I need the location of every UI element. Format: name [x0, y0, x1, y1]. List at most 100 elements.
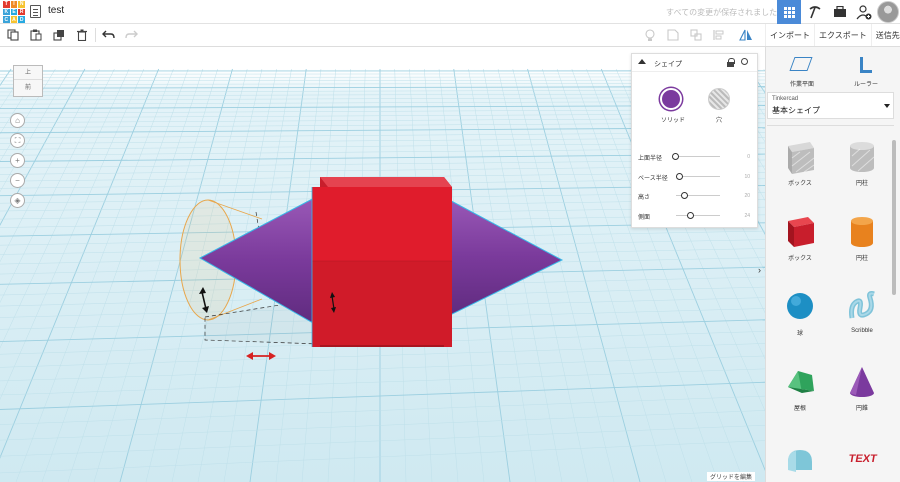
logo-letter: K — [3, 8, 10, 16]
undo-button[interactable] — [99, 26, 117, 44]
briefcase-icon — [834, 6, 846, 17]
view-cube-front[interactable]: 前 — [14, 81, 42, 96]
view-cube[interactable]: 上 前 — [13, 65, 43, 97]
ungroup-icon — [690, 29, 702, 41]
home-view-button[interactable]: ⌂ — [10, 113, 25, 128]
property-slider-track[interactable] — [676, 215, 720, 216]
send-to-button[interactable]: 送信先 — [870, 24, 900, 46]
align-button[interactable] — [710, 26, 728, 44]
sphere-icon — [787, 293, 813, 319]
shape-cylinder[interactable]: 円柱 — [836, 213, 888, 277]
property-slider-knob[interactable] — [676, 173, 684, 180]
cylinder-icon — [851, 217, 873, 247]
copy-button[interactable] — [4, 26, 22, 44]
shape-cylinder-hole[interactable]: 円柱 — [836, 138, 888, 202]
shape-inspector: シェイプ ソリッド 穴 上面半径 0 ベース半径 10 高さ 20 側面 24 — [631, 53, 758, 228]
shape-name: 球 — [796, 331, 803, 337]
redo-button[interactable] — [122, 26, 140, 44]
text-icon: TEXT — [848, 453, 878, 465]
hole-button[interactable] — [708, 88, 730, 110]
grid-view-button[interactable] — [777, 0, 801, 24]
red-box-shape[interactable] — [311, 177, 452, 347]
inspector-title: シェイプ — [654, 61, 682, 68]
note-button[interactable] — [641, 26, 659, 44]
shape-text[interactable]: TEXT — [836, 440, 888, 482]
property-label: 高さ — [638, 195, 651, 201]
workplane-label: 作業平面 — [789, 82, 814, 88]
ruler-icon — [860, 57, 872, 73]
edit-toolbar — [0, 24, 765, 47]
logo-letter: I — [10, 1, 18, 8]
shape-round-roof[interactable] — [774, 440, 826, 482]
design-list-icon[interactable] — [30, 5, 41, 18]
plus-icon: + — [15, 156, 20, 165]
logo-letter: C — [3, 16, 10, 23]
shape-scribble[interactable]: Scribble — [836, 288, 888, 352]
delete-button[interactable] — [73, 26, 91, 44]
build-button[interactable] — [803, 0, 827, 24]
property-label: ベース半径 — [638, 176, 668, 182]
solid-color-button[interactable] — [660, 88, 682, 110]
lock-icon[interactable] — [727, 58, 735, 67]
view-cube-top[interactable]: 上 — [14, 66, 42, 80]
inspector-header: シェイプ — [632, 54, 757, 72]
paste-button[interactable] — [27, 26, 45, 44]
property-slider-knob[interactable] — [672, 153, 679, 160]
add-user-button[interactable] — [852, 0, 876, 24]
shape-cone[interactable]: 円錐 — [836, 363, 888, 427]
fit-view-button[interactable]: ⛶ — [10, 133, 25, 148]
shape-box-hole[interactable]: ボックス — [774, 138, 826, 202]
paste-icon — [30, 29, 42, 41]
shape-name: Scribble — [851, 328, 873, 334]
export-button[interactable]: エクスポート — [814, 24, 871, 46]
round-roof-icon — [788, 450, 812, 472]
mirror-button[interactable] — [737, 26, 755, 44]
trash-icon — [77, 29, 87, 41]
workplane-button[interactable]: 作業平面 — [772, 55, 832, 89]
tinkercad-logo[interactable]: T I N K E R C A D — [3, 1, 25, 23]
group-icon — [667, 29, 679, 41]
user-avatar[interactable] — [877, 1, 899, 23]
shape-name: ボックス — [788, 256, 812, 262]
box-icon — [788, 217, 814, 247]
property-value[interactable]: 10 — [740, 174, 750, 180]
logo-letter: N — [18, 1, 25, 8]
ruler-button[interactable]: ルーラー — [836, 55, 896, 89]
property-value[interactable]: 0 — [740, 154, 750, 160]
property-slider-track[interactable] — [676, 156, 720, 157]
shape-sphere[interactable]: 球 — [774, 288, 826, 352]
svg-text:TEXT: TEXT — [848, 453, 878, 465]
property-value[interactable]: 20 — [740, 193, 750, 199]
shape-box[interactable]: ボックス — [774, 213, 826, 277]
zoom-out-button[interactable]: − — [10, 173, 25, 188]
collapse-icon[interactable] — [638, 59, 646, 64]
shape-name: ボックス — [788, 181, 812, 187]
group-button[interactable] — [664, 26, 682, 44]
duplicate-button[interactable] — [50, 26, 68, 44]
shape-library-select[interactable]: Tinkercad 基本シェイプ — [767, 92, 894, 119]
property-value[interactable]: 24 — [740, 213, 750, 219]
action-bar: インポート エクスポート 送信先 — [765, 24, 900, 47]
design-title[interactable]: test — [48, 5, 64, 16]
lessons-button[interactable] — [828, 0, 852, 24]
shape-list-scrollbar[interactable] — [892, 140, 896, 295]
box-hole-icon — [788, 142, 815, 174]
save-status: すべての変更が保存されました — [666, 8, 778, 17]
dropdown-caret-icon — [884, 104, 890, 108]
property-slider-knob[interactable] — [680, 192, 688, 199]
cube-icon: ◈ — [14, 196, 21, 205]
property-label: 側面 — [638, 215, 651, 221]
zoom-in-button[interactable]: + — [10, 153, 25, 168]
import-button[interactable]: インポート — [765, 24, 814, 46]
scribble-icon — [849, 291, 875, 319]
shape-name: 円柱 — [855, 256, 868, 262]
edit-grid-button[interactable]: グリッドを編集 — [707, 472, 756, 481]
property-slider-knob[interactable] — [686, 212, 694, 219]
toolbar-divider — [95, 28, 96, 42]
perspective-button[interactable]: ◈ — [10, 193, 25, 208]
visibility-bulb-icon[interactable] — [741, 58, 748, 65]
ungroup-button[interactable] — [687, 26, 705, 44]
bulb-icon — [645, 28, 655, 41]
shape-roof[interactable]: 屋根 — [774, 363, 826, 427]
panel-collapse-chevron-icon[interactable]: › — [758, 265, 765, 285]
